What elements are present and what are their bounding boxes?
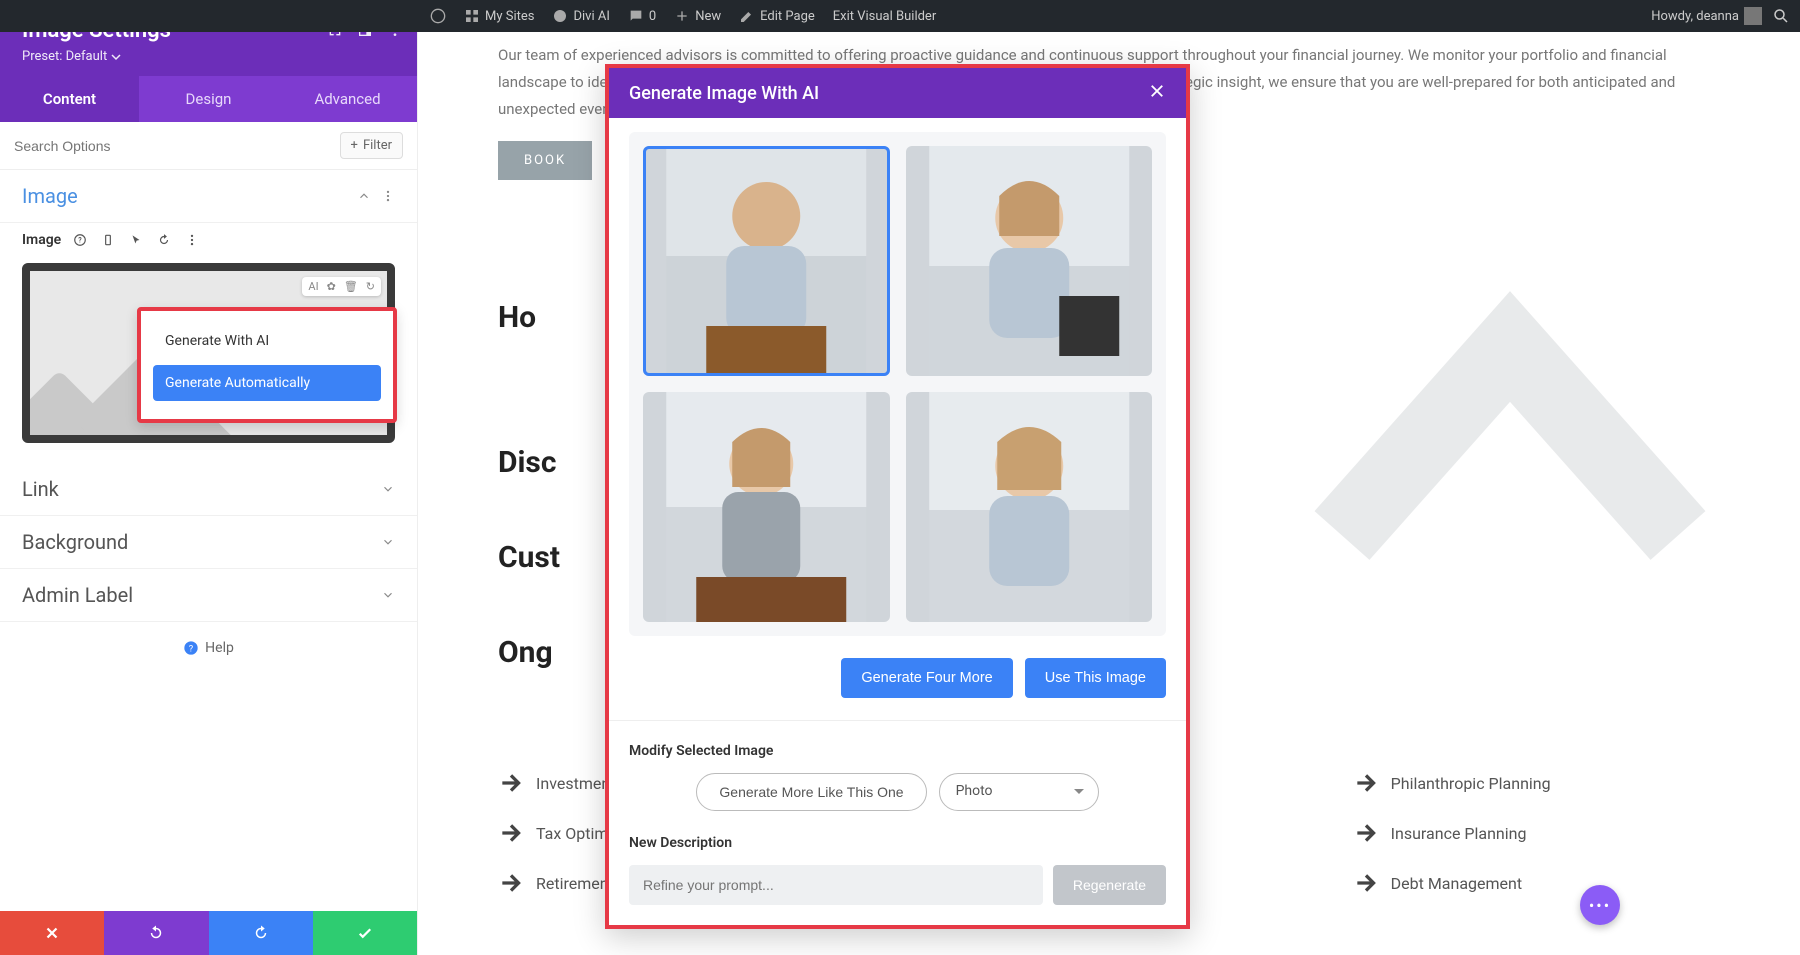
generated-image-4[interactable] bbox=[906, 392, 1153, 622]
chevron-down-icon bbox=[381, 588, 395, 602]
howdy-user[interactable]: Howdy, deanna bbox=[1651, 7, 1762, 25]
modal-header: Generate Image With AI bbox=[609, 68, 1186, 118]
section-image[interactable]: Image bbox=[0, 170, 417, 223]
new-description-label: New Description bbox=[629, 835, 1166, 851]
refresh-icon[interactable]: ↻ bbox=[366, 280, 375, 293]
generated-images-grid bbox=[629, 132, 1166, 636]
arrow-right-icon bbox=[1353, 820, 1379, 846]
generated-image-2[interactable] bbox=[906, 146, 1153, 376]
use-this-image-button[interactable]: Use This Image bbox=[1025, 658, 1166, 698]
sidebar-footer bbox=[0, 911, 417, 955]
preview-toolbar: AI ✿ 🗑 ↻ bbox=[302, 277, 381, 296]
cancel-button[interactable] bbox=[0, 911, 104, 955]
admin-search-icon[interactable] bbox=[1772, 7, 1790, 25]
section-link[interactable]: Link bbox=[0, 463, 417, 516]
svg-text:?: ? bbox=[189, 643, 194, 654]
exit-builder-link[interactable]: Exit Visual Builder bbox=[833, 9, 936, 24]
wp-admin-bar: My Sites Divi AI 0 New Edit Page Exit Vi… bbox=[0, 0, 1800, 32]
sidebar-tabs: Content Design Advanced bbox=[0, 76, 417, 122]
more-like-this-button[interactable]: Generate More Like This One bbox=[696, 773, 926, 811]
description-input[interactable] bbox=[629, 865, 1043, 905]
chevron-down-icon bbox=[381, 482, 395, 496]
new-link[interactable]: New bbox=[674, 8, 721, 24]
chevron-background-icon bbox=[1300, 260, 1720, 580]
arrow-right-icon bbox=[498, 820, 524, 846]
section-background[interactable]: Background bbox=[0, 516, 417, 569]
comments-link[interactable]: 0 bbox=[628, 8, 656, 24]
generate-menu: Generate With AI Generate Automatically bbox=[137, 307, 397, 423]
close-button[interactable] bbox=[1148, 82, 1166, 104]
preset-selector[interactable]: Preset: Default bbox=[22, 49, 395, 64]
modify-label: Modify Selected Image bbox=[629, 743, 1166, 759]
style-select[interactable]: Photo bbox=[939, 773, 1099, 811]
my-sites-link[interactable]: My Sites bbox=[464, 8, 534, 24]
avatar bbox=[1744, 7, 1762, 25]
more-vert-icon[interactable] bbox=[381, 189, 395, 203]
generated-image-3[interactable] bbox=[643, 392, 890, 622]
tab-advanced[interactable]: Advanced bbox=[278, 76, 417, 122]
mobile-icon[interactable] bbox=[99, 231, 117, 249]
book-button[interactable]: BOOK bbox=[498, 141, 592, 180]
modal-title: Generate Image With AI bbox=[629, 83, 819, 104]
chevron-up-icon bbox=[357, 189, 371, 203]
undo-button[interactable] bbox=[104, 911, 208, 955]
save-button[interactable] bbox=[313, 911, 417, 955]
service-item: Insurance Planning bbox=[1353, 820, 1720, 846]
arrow-right-icon bbox=[498, 870, 524, 896]
redo-button[interactable] bbox=[209, 911, 313, 955]
generate-automatically-item[interactable]: Generate Automatically bbox=[153, 365, 381, 401]
generate-four-more-button[interactable]: Generate Four More bbox=[841, 658, 1012, 698]
generate-with-ai-item[interactable]: Generate With AI bbox=[153, 323, 381, 359]
image-field-label-row: Image ? bbox=[0, 223, 417, 253]
wp-logo[interactable] bbox=[430, 8, 446, 24]
chevron-down-icon bbox=[111, 52, 121, 62]
regenerate-button[interactable]: Regenerate bbox=[1053, 865, 1166, 905]
svg-text:?: ? bbox=[78, 236, 82, 244]
generate-image-modal: Generate Image With AI Generate Four Mor… bbox=[605, 64, 1190, 929]
service-item: Debt Management bbox=[1353, 870, 1720, 896]
ai-icon[interactable]: AI bbox=[308, 280, 318, 293]
settings-sidebar: Image Settings Preset: Default Content D… bbox=[0, 0, 418, 955]
arrow-right-icon bbox=[1353, 870, 1379, 896]
floating-action-button[interactable]: ••• bbox=[1580, 885, 1620, 925]
search-input[interactable] bbox=[14, 138, 332, 154]
trash-icon[interactable]: 🗑 bbox=[344, 280, 358, 293]
generated-image-1[interactable] bbox=[643, 146, 890, 376]
chevron-down-icon bbox=[381, 535, 395, 549]
arrow-right-icon bbox=[498, 770, 524, 796]
hover-icon[interactable] bbox=[127, 231, 145, 249]
help-icon[interactable]: ? bbox=[71, 231, 89, 249]
search-row: +Filter bbox=[0, 122, 417, 170]
service-item: Philanthropic Planning bbox=[1353, 770, 1720, 796]
arrow-right-icon bbox=[1353, 770, 1379, 796]
settings-icon[interactable]: ✿ bbox=[327, 280, 336, 293]
tab-content[interactable]: Content bbox=[0, 76, 139, 122]
filter-button[interactable]: +Filter bbox=[340, 132, 403, 159]
help-link[interactable]: ? Help bbox=[0, 622, 417, 674]
edit-page-link[interactable]: Edit Page bbox=[739, 8, 815, 24]
tab-design[interactable]: Design bbox=[139, 76, 278, 122]
more-vert-icon[interactable] bbox=[183, 231, 201, 249]
image-preview-wrap: AI ✿ 🗑 ↻ Generate With AI Generate Autom… bbox=[22, 263, 395, 443]
section-admin-label[interactable]: Admin Label bbox=[0, 569, 417, 622]
reset-icon[interactable] bbox=[155, 231, 173, 249]
divi-ai-link[interactable]: Divi AI bbox=[552, 8, 609, 24]
